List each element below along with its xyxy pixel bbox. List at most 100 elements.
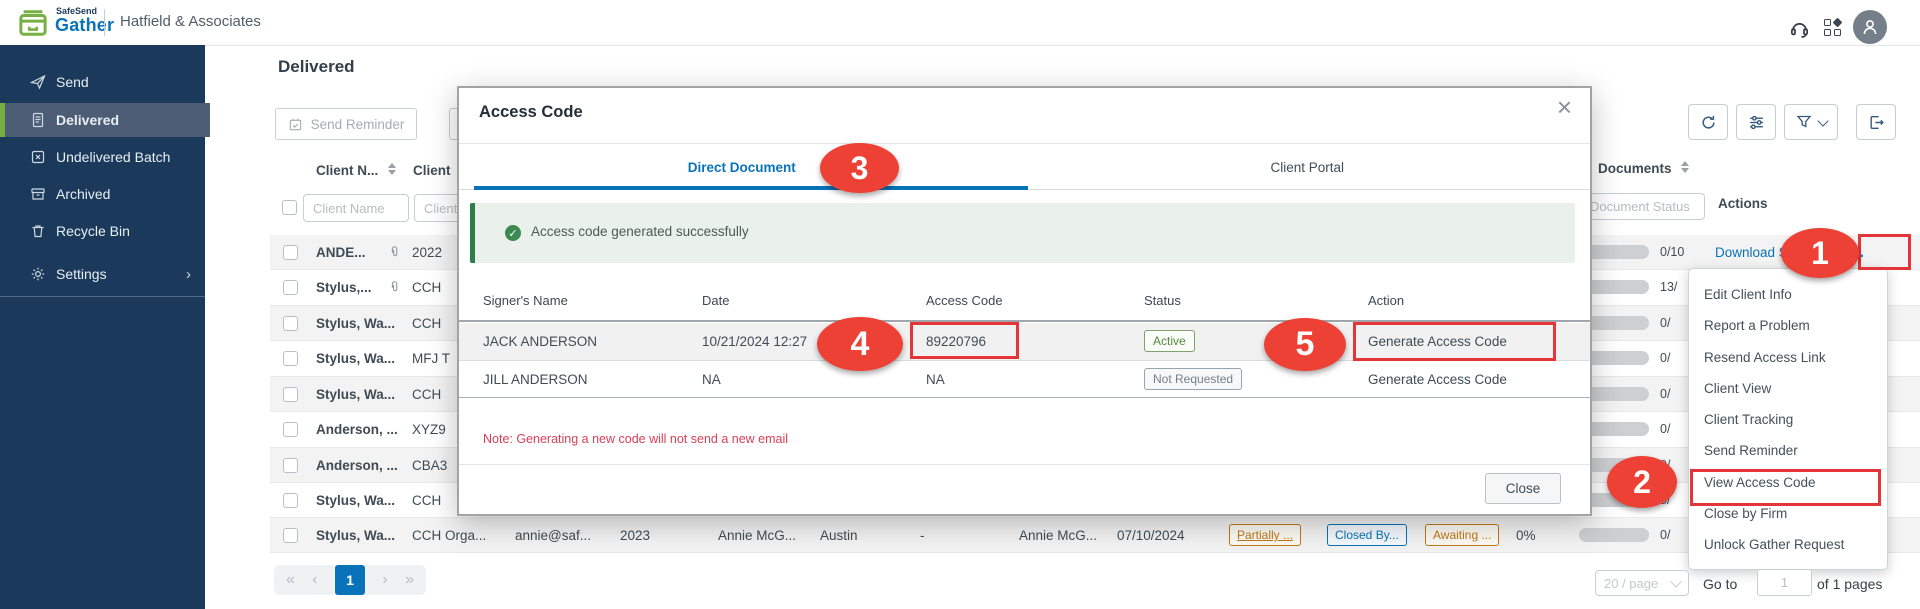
signer-name: JILL ANDERSON [483, 372, 588, 387]
sort-icon [388, 163, 397, 175]
last-page-button[interactable]: » [405, 571, 414, 589]
active-tab-underline [474, 186, 1028, 190]
cell-documents-count: 0/10 [1660, 245, 1685, 259]
row-checkbox[interactable] [283, 245, 298, 260]
refresh-button[interactable] [1688, 104, 1728, 140]
cell-client-name: Anderson, ... [316, 458, 398, 473]
send-reminder-label: Send Reminder [310, 116, 405, 132]
document-status-badge[interactable]: Awaiting ... [1425, 524, 1500, 546]
cell-date: 07/10/2024 [1117, 528, 1185, 543]
modal-tabs: Direct Document Client Portal [459, 144, 1590, 190]
row-checkbox[interactable] [283, 458, 298, 473]
cell-client-name: Anderson, ... [316, 422, 398, 437]
user-avatar[interactable] [1853, 10, 1887, 44]
paperclip-icon[interactable] [388, 245, 402, 259]
cell-documents-count: 0/ [1660, 351, 1671, 365]
tab-direct-document[interactable]: Direct Document [459, 144, 1025, 190]
gear-icon [30, 266, 46, 282]
support-headset-icon[interactable] [1789, 18, 1810, 39]
pagination: « ‹ 1 › » [274, 565, 426, 595]
modal-col-date: Date [702, 293, 730, 308]
cell-client-name: Stylus, Wa... [316, 387, 396, 402]
menu-item-client-tracking[interactable]: Client Tracking [1689, 404, 1887, 435]
cell-client-id: XYZ9 [412, 422, 446, 437]
cell-client-id: CCH [412, 280, 442, 295]
send-reminder-button[interactable]: Send Reminder [275, 108, 417, 140]
cell-documents-count: 0/ [1660, 316, 1671, 330]
document-icon [30, 112, 46, 128]
modal-row-jill: JILL ANDERSON NA NA Not Requested Genera… [459, 360, 1590, 397]
tab-client-portal[interactable]: Client Portal [1025, 144, 1591, 190]
sidebar-item-undelivered-batch[interactable]: Undelivered Batch [0, 140, 205, 174]
paperclip-icon[interactable] [388, 280, 402, 294]
first-page-button[interactable]: « [286, 571, 295, 589]
menu-item-resend-access-link[interactable]: Resend Access Link [1689, 342, 1887, 373]
row-checkbox[interactable] [283, 351, 298, 366]
client-name-filter-input[interactable]: Client Name [303, 194, 409, 222]
gather-status-badge[interactable]: Partially ... [1229, 524, 1302, 546]
cell-client-id: CCH [412, 316, 442, 331]
goto-label: Go to [1703, 576, 1738, 592]
modal-col-code: Access Code [926, 293, 1003, 308]
page-size-select[interactable]: 20 / page [1595, 570, 1689, 596]
column-settings-button[interactable] [1736, 104, 1776, 140]
menu-item-unlock-gather-request[interactable]: Unlock Gather Request [1689, 529, 1887, 560]
current-page-button[interactable]: 1 [334, 565, 365, 595]
annotation-circle-2: 2 [1607, 456, 1677, 508]
menu-item-client-view[interactable]: Client View [1689, 373, 1887, 404]
row-checkbox[interactable] [283, 316, 298, 331]
box-x-icon [30, 149, 46, 165]
modal-close-button[interactable]: Close [1485, 473, 1561, 504]
sidebar-item-send[interactable]: Send [0, 65, 205, 99]
modal-table-bottom-line [459, 397, 1590, 398]
column-header-client-name[interactable]: Client N... [316, 163, 397, 178]
cell-client-name: Stylus, Wa... [316, 351, 396, 366]
sidebar-item-delivered[interactable]: Delivered [0, 103, 210, 137]
next-page-button[interactable]: › [382, 571, 387, 589]
sidebar-item-label: Undelivered Batch [56, 149, 171, 165]
column-header-client[interactable]: Client [413, 163, 451, 178]
annotation-box-more-actions [1858, 234, 1911, 270]
signer-date: 10/21/2024 12:27 [702, 334, 808, 349]
sidebar-item-label: Send [56, 74, 89, 90]
filter-button[interactable] [1784, 104, 1838, 140]
cell-documents-count: 13/ [1660, 280, 1678, 294]
archive-icon [30, 186, 46, 202]
sidebar-item-archived[interactable]: Archived [0, 177, 205, 211]
menu-item-report-a-problem[interactable]: Report a Problem [1689, 310, 1887, 341]
generate-access-code-link[interactable]: Generate Access Code [1368, 361, 1507, 398]
menu-item-send-reminder[interactable]: Send Reminder [1689, 435, 1887, 466]
goto-page-input[interactable]: 1 [1757, 569, 1812, 596]
success-banner: ✓ Access code generated successfully [470, 203, 1575, 263]
signature-status-badge[interactable]: Closed By... [1327, 524, 1407, 546]
funnel-icon [1796, 114, 1812, 130]
sidebar-nav: Send Delivered Undelivered Batch Archive… [0, 45, 210, 609]
column-header-documents[interactable]: Documents [1598, 161, 1690, 176]
apps-grid-icon[interactable] [1824, 17, 1843, 37]
sliders-icon [1748, 114, 1765, 131]
row-checkbox[interactable] [283, 493, 298, 508]
gather-logo-icon[interactable] [18, 9, 48, 37]
close-icon[interactable]: × [1557, 94, 1572, 120]
paper-plane-icon [30, 74, 46, 90]
cell-sent-by: Annie McG... [1019, 528, 1098, 543]
menu-item-edit-client-info[interactable]: Edit Client Info [1689, 279, 1887, 310]
prev-page-button[interactable]: ‹ [312, 571, 317, 589]
cell-client-id: CCH [412, 387, 442, 402]
export-button[interactable] [1856, 104, 1896, 140]
select-all-checkbox[interactable] [282, 200, 297, 215]
row-checkbox[interactable] [283, 280, 298, 295]
cell-email: annie@saf... [515, 528, 591, 543]
cell-client-name: ANDE... [316, 245, 366, 260]
cell-percent: 0% [1516, 528, 1536, 543]
brand-divider [104, 9, 105, 36]
sidebar-item-label: Delivered [56, 112, 120, 128]
row-checkbox[interactable] [283, 422, 298, 437]
calendar-icon [288, 117, 303, 132]
sidebar-item-settings[interactable]: Settings › [0, 257, 205, 291]
sidebar-item-recycle-bin[interactable]: Recycle Bin [0, 214, 205, 248]
row-checkbox[interactable] [283, 387, 298, 402]
document-status-filter-input[interactable]: Document Status [1580, 193, 1705, 220]
annotation-box-generate-link [1353, 322, 1556, 361]
sidebar-item-label: Settings [56, 266, 107, 282]
